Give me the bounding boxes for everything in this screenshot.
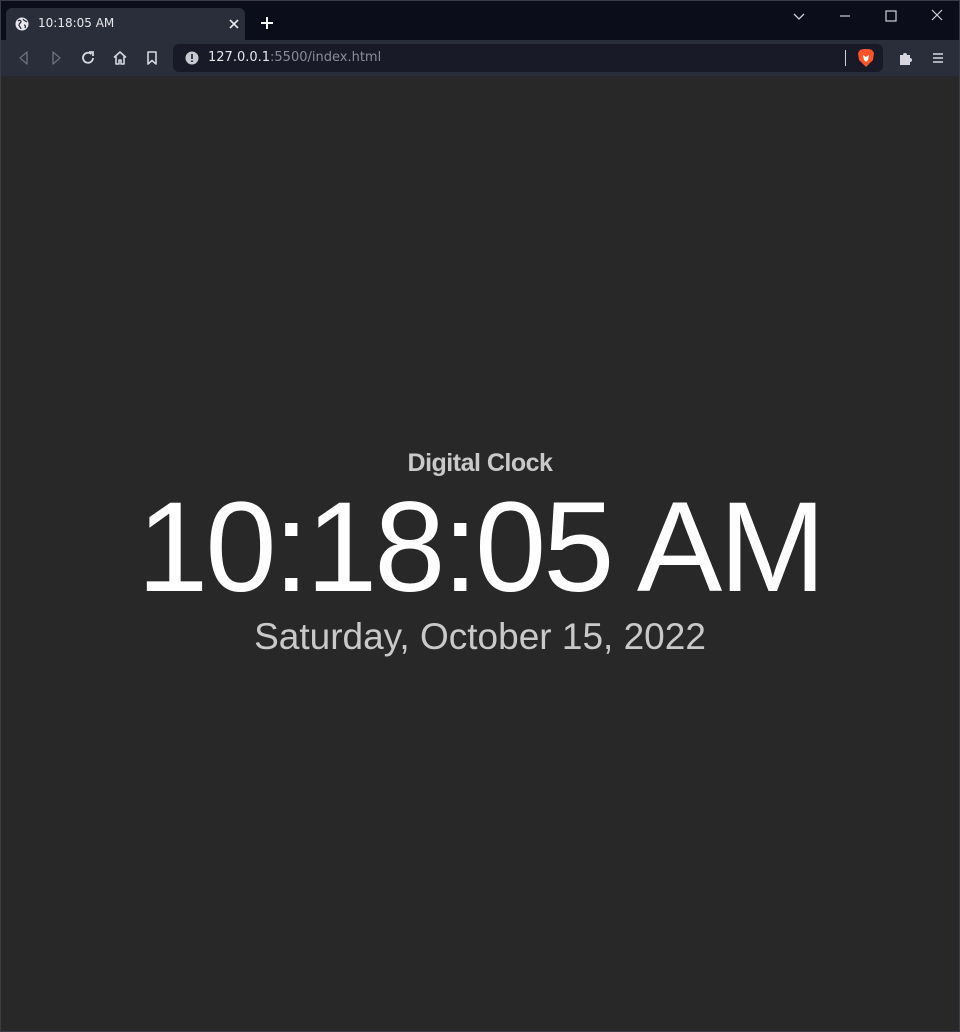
url-host: 127.0.0.1: [208, 50, 271, 65]
plus-icon[interactable]: [257, 13, 277, 33]
puzzle-icon[interactable]: [897, 49, 915, 67]
address-bar[interactable]: 127.0.0.1:5500/index.html: [173, 44, 883, 72]
tab-strip: 10:18:05 AM: [1, 1, 959, 40]
tab-title: 10:18:05 AM: [38, 16, 115, 30]
tab-active[interactable]: 10:18:05 AM: [6, 8, 245, 40]
url-text[interactable]: 127.0.0.1:5500/index.html: [208, 50, 381, 65]
bookmark-icon[interactable]: [143, 49, 161, 67]
browser-window: 10:18:05 AM 127.0.0.1:5500/index.html Di…: [0, 0, 960, 1032]
clock-date: Saturday, October 15, 2022: [254, 616, 706, 657]
window-close-icon[interactable]: [926, 5, 948, 27]
omnibox-divider: [845, 50, 846, 66]
reload-icon[interactable]: [79, 49, 97, 67]
page-content: Digital Clock 10:18:05 AM Saturday, Octo…: [1, 76, 959, 1031]
chevron-down-icon[interactable]: [788, 5, 810, 27]
forward-icon[interactable]: [47, 49, 65, 67]
clock-time: 10:18:05 AM: [137, 476, 826, 619]
home-icon[interactable]: [111, 49, 129, 67]
minimize-icon[interactable]: [834, 5, 856, 27]
brave-lion-icon[interactable]: [857, 48, 875, 68]
info-icon[interactable]: [185, 51, 199, 65]
maximize-icon[interactable]: [880, 5, 902, 27]
close-icon[interactable]: [226, 16, 242, 32]
toolbar: 127.0.0.1:5500/index.html: [1, 40, 959, 76]
hamburger-icon[interactable]: [929, 49, 947, 67]
back-icon[interactable]: [15, 49, 33, 67]
globe-icon: [15, 17, 29, 31]
url-path: :5500/index.html: [270, 50, 382, 65]
